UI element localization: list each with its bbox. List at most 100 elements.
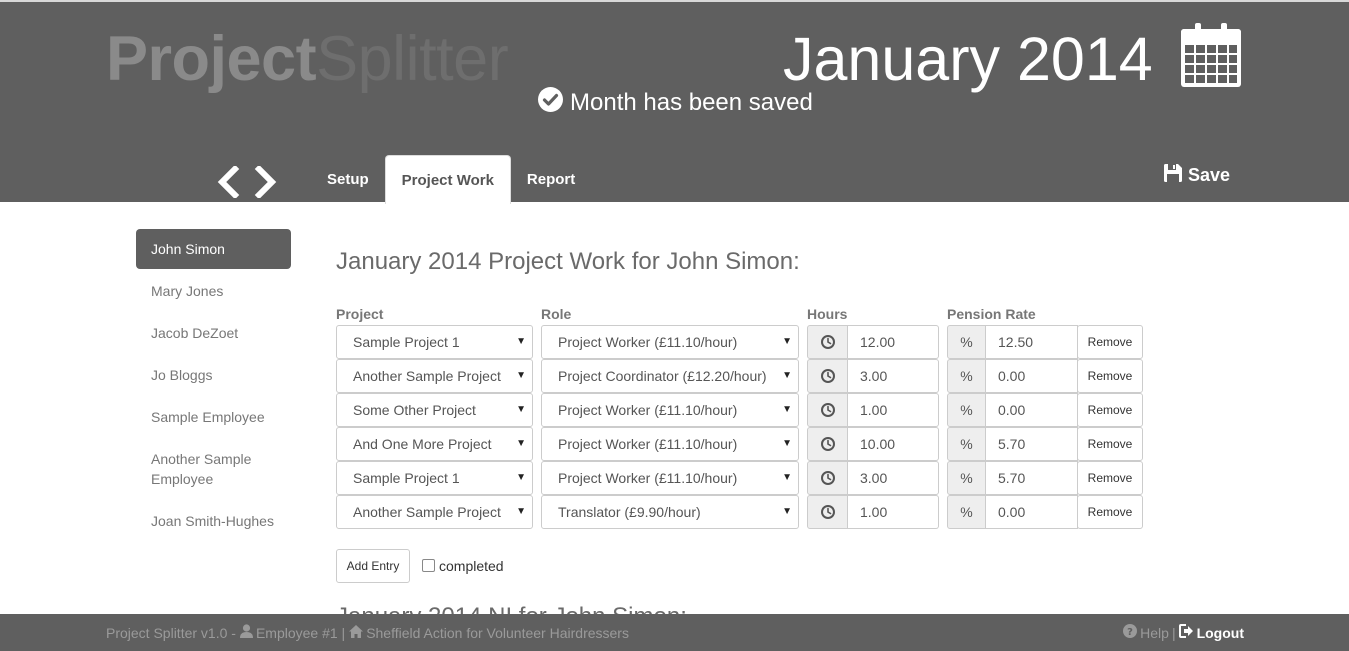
role-select-value: Project Worker (£11.10/hour) (558, 334, 738, 350)
role-select-value: Project Worker (£11.10/hour) (558, 436, 738, 452)
help-link[interactable]: ? Help (1123, 624, 1169, 641)
floppy-disk-icon (1164, 164, 1188, 187)
question-circle-icon: ? (1123, 624, 1140, 641)
pension-rate-input[interactable]: 0.00 (986, 393, 1078, 427)
role-select[interactable]: Translator (£9.90/hour) ▼ (541, 495, 799, 529)
role-select[interactable]: Project Worker (£11.10/hour) ▼ (541, 393, 799, 427)
pension-rate-input[interactable]: 0.00 (986, 495, 1078, 529)
entry-row: Sample Project 1 ▼ Project Worker (£11.10/… (336, 325, 1156, 359)
remove-entry-button[interactable]: Remove (1077, 495, 1143, 529)
save-label: Save (1188, 165, 1231, 185)
entry-actions: Add Entry completed (336, 549, 504, 583)
remove-entry-button[interactable]: Remove (1077, 325, 1143, 359)
role-select[interactable]: Project Worker (£11.10/hour) ▼ (541, 461, 799, 495)
tab-setup[interactable]: Setup (311, 155, 385, 204)
caret-down-icon: ▼ (516, 438, 526, 449)
entry-row: And One More Project ▼ Project Worker (£11… (336, 427, 1156, 461)
percent-addon: % (947, 427, 986, 461)
project-select[interactable]: Another Sample Project ▼ (336, 495, 533, 529)
chevron-left-icon[interactable] (216, 164, 240, 203)
caret-down-icon: ▼ (782, 336, 792, 347)
caret-down-icon: ▼ (782, 472, 792, 483)
entry-row: Another Sample Project ▼ Translator (£9.90… (336, 495, 1156, 529)
sidebar-item-sample-employee[interactable]: Sample Employee (136, 397, 291, 437)
hours-input[interactable]: 3.00 (848, 359, 939, 393)
remove-entry-button[interactable]: Remove (1077, 393, 1143, 427)
remove-entry-button[interactable]: Remove (1077, 461, 1143, 495)
hours-input[interactable]: 1.00 (848, 495, 939, 529)
caret-down-icon: ▼ (516, 370, 526, 381)
hours-input[interactable]: 10.00 (848, 427, 939, 461)
footer: Project Splitter v1.0 - Employee #1 | Sh… (0, 614, 1349, 651)
user-icon (236, 624, 256, 641)
logout-icon (1178, 624, 1197, 641)
project-select[interactable]: Sample Project 1 ▼ (336, 325, 533, 359)
entry-row: Some Other Project ▼ Project Worker (£11.1… (336, 393, 1156, 427)
role-select-value: Project Worker (£11.10/hour) (558, 470, 738, 486)
completed-checkbox[interactable] (422, 558, 435, 572)
remove-entry-button[interactable]: Remove (1077, 359, 1143, 393)
pension-rate-input[interactable]: 0.00 (986, 359, 1078, 393)
logout-link[interactable]: Logout (1178, 624, 1244, 641)
pension-rate-input[interactable]: 5.70 (986, 427, 1078, 461)
sidebar-item-john-simon[interactable]: John Simon (136, 229, 291, 269)
sidebar-item-jo-bloggs[interactable]: Jo Bloggs (136, 355, 291, 395)
percent-addon: % (947, 325, 986, 359)
calendar-icon[interactable] (1181, 23, 1241, 92)
clock-icon (807, 325, 848, 359)
hours-input[interactable]: 12.00 (848, 325, 939, 359)
tab-report[interactable]: Report (511, 155, 591, 204)
column-header-hours: Hours (807, 306, 848, 322)
clock-icon (807, 461, 848, 495)
completed-label: completed (439, 558, 504, 574)
home-icon (345, 624, 366, 641)
app-logo: ProjectSplitter (106, 24, 509, 94)
footer-employee: Employee #1 | (255, 624, 346, 641)
add-entry-button[interactable]: Add Entry (336, 549, 410, 583)
sidebar-item-joan-smith-hughes[interactable]: Joan Smith-Hughes (136, 501, 291, 541)
main-tabs: Setup Project Work Report (311, 155, 591, 204)
footer-separator: | (1171, 624, 1176, 641)
role-select-value: Translator (£9.90/hour) (558, 504, 701, 520)
role-select[interactable]: Project Coordinator (£12.20/hour) ▼ (541, 359, 799, 393)
remove-entry-button[interactable]: Remove (1077, 427, 1143, 461)
sidebar-item-jacob-dezoet[interactable]: Jacob DeZoet (136, 313, 291, 353)
role-select[interactable]: Project Worker (£11.10/hour) ▼ (541, 325, 799, 359)
project-select-value: Another Sample Project (353, 504, 501, 520)
pension-rate-input[interactable]: 5.70 (986, 461, 1078, 495)
footer-organisation: Sheffield Action for Volunteer Hairdress… (366, 624, 629, 641)
sidebar-item-mary-jones[interactable]: Mary Jones (136, 271, 291, 311)
sidebar-item-another-sample-employee[interactable]: Another Sample Employee (136, 439, 291, 499)
project-select-value: Another Sample Project (353, 368, 501, 384)
project-select-value: Sample Project 1 (353, 470, 460, 486)
saved-message: Month has been saved (570, 89, 813, 116)
header: ProjectSplitter January 2014 Month has b… (0, 0, 1349, 204)
entries-list: Sample Project 1 ▼ Project Worker (£11.10/… (336, 325, 1156, 529)
footer-version: Project Splitter v1.0 - (106, 624, 236, 641)
chevron-right-icon[interactable] (254, 164, 278, 203)
percent-addon: % (947, 359, 986, 393)
role-select[interactable]: Project Worker (£11.10/hour) ▼ (541, 427, 799, 461)
footer-info: Project Splitter v1.0 - Employee #1 | Sh… (106, 624, 629, 641)
hours-input[interactable]: 1.00 (848, 393, 939, 427)
project-select[interactable]: Sample Project 1 ▼ (336, 461, 533, 495)
pension-rate-input[interactable]: 12.50 (986, 325, 1078, 359)
project-select[interactable]: Another Sample Project ▼ (336, 359, 533, 393)
clock-icon (807, 427, 848, 461)
column-headers: Project Role Hours Pension Rate (336, 306, 1156, 323)
project-select-value: And One More Project (353, 436, 492, 452)
logo-part-project: Project (106, 24, 317, 94)
percent-addon: % (947, 461, 986, 495)
column-header-project: Project (336, 306, 384, 322)
project-select-value: Some Other Project (353, 402, 476, 418)
svg-text:?: ? (1127, 627, 1133, 638)
save-button[interactable]: Save (1164, 164, 1230, 187)
page-title: January 2014 Project Work for John Simon… (336, 248, 800, 275)
entry-row: Sample Project 1 ▼ Project Worker (£11.10/… (336, 461, 1156, 495)
project-select[interactable]: Some Other Project ▼ (336, 393, 533, 427)
hours-input[interactable]: 3.00 (848, 461, 939, 495)
month-title: January 2014 (783, 25, 1153, 93)
logo-part-splitter: Splitter (316, 24, 509, 94)
project-select[interactable]: And One More Project ▼ (336, 427, 533, 461)
tab-project-work[interactable]: Project Work (384, 155, 511, 204)
